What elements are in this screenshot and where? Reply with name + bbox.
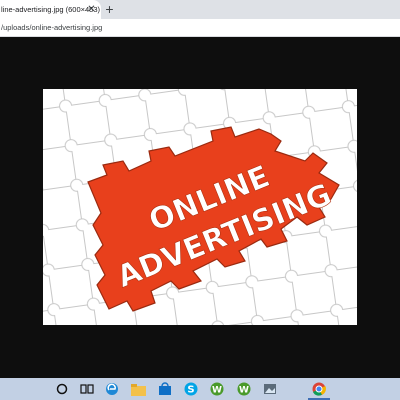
file-explorer-icon[interactable] [130,381,146,397]
task-view-icon[interactable] [79,381,95,397]
edge-icon[interactable] [104,381,120,397]
tab-strip: line-advertising.jpg (600×453) ✕ + [0,0,400,19]
cortana-circle-icon[interactable] [54,381,70,397]
close-icon[interactable]: ✕ [86,4,97,15]
address-bar[interactable]: /uploads/online-advertising.jpg [0,19,400,37]
taskbar: S W W [0,378,400,400]
photos-icon[interactable] [262,381,278,397]
online-advertising-image[interactable]: ONLINE ADVERTISING [43,89,357,325]
browser-tab[interactable]: line-advertising.jpg (600×453) ✕ [0,0,101,19]
url-text: /uploads/online-advertising.jpg [1,23,103,32]
chrome-icon[interactable] [311,381,327,397]
new-tab-button[interactable]: + [102,2,117,17]
skype-icon[interactable]: S [183,381,199,397]
svg-text:W: W [212,386,222,396]
word-icon[interactable]: W [209,381,225,397]
store-icon[interactable] [157,381,173,397]
svg-text:S: S [187,385,194,396]
svg-text:W: W [239,386,249,396]
image-viewer: ONLINE ADVERTISING [0,37,400,378]
word-icon[interactable]: W [236,381,252,397]
